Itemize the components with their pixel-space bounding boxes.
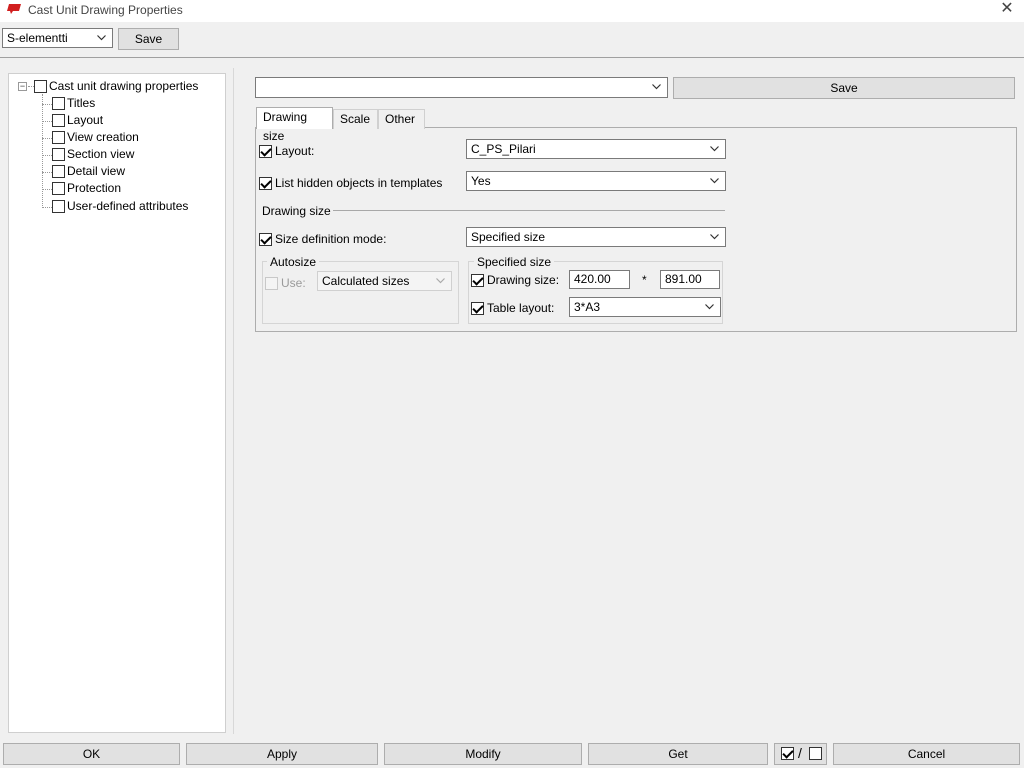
size-mode-select-value: Specified size: [471, 230, 546, 244]
autosize-select[interactable]: Calculated sizes: [317, 271, 452, 291]
chevron-down-icon: [435, 272, 447, 290]
size-mode-label: Size definition mode:: [275, 232, 387, 246]
settings-save-button[interactable]: Save: [673, 77, 1015, 99]
drawing-height-input[interactable]: 891.00: [660, 270, 720, 289]
chevron-down-icon: [709, 172, 721, 190]
chevron-down-icon: [651, 78, 663, 96]
tree-item-checkbox[interactable]: [52, 97, 65, 110]
preset-select-value: S-elementti: [7, 31, 68, 45]
app-logo-icon: [7, 3, 23, 15]
check-all-icon: [781, 747, 794, 760]
ok-button[interactable]: OK: [3, 743, 180, 765]
preset-select[interactable]: S-elementti: [2, 28, 113, 48]
table-layout-checkbox[interactable]: [471, 302, 484, 315]
tree-line: [42, 172, 52, 173]
tree-item-checkbox[interactable]: [52, 114, 65, 127]
table-layout-select[interactable]: 3*A3: [569, 297, 721, 317]
layout-select[interactable]: C_PS_Pilari: [466, 139, 726, 159]
tree-item-checkbox[interactable]: [52, 200, 65, 213]
drawing-size-section-title: Drawing size: [262, 204, 331, 218]
tree-item-view-creation[interactable]: View creation: [67, 129, 139, 145]
tree-line: [42, 189, 52, 190]
tree-item-checkbox[interactable]: [52, 148, 65, 161]
tree-item-checkbox[interactable]: [52, 131, 65, 144]
tree-line: [42, 94, 43, 208]
tree-item-checkbox[interactable]: [52, 182, 65, 195]
settings-select[interactable]: [255, 77, 668, 98]
drawing-size-checkbox[interactable]: [471, 274, 484, 287]
tree-item-detail-view[interactable]: Detail view: [67, 163, 125, 179]
tree-line: [42, 104, 52, 105]
autosize-select-value: Calculated sizes: [322, 274, 410, 288]
tree-root-checkbox[interactable]: [34, 80, 47, 93]
size-separator: *: [642, 273, 647, 287]
hidden-objects-select[interactable]: Yes: [466, 171, 726, 191]
tree-line: [42, 155, 52, 156]
get-button[interactable]: Get: [588, 743, 768, 765]
hidden-objects-label: List hidden objects in templates: [275, 176, 443, 190]
preset-save-button[interactable]: Save: [118, 28, 179, 50]
autosize-use-label: Use:: [281, 276, 306, 290]
chevron-down-icon: [96, 29, 108, 47]
toggle-separator: /: [798, 745, 802, 761]
apply-button[interactable]: Apply: [186, 743, 378, 765]
tree-item-checkbox[interactable]: [52, 165, 65, 178]
divider: [0, 57, 1024, 58]
close-icon[interactable]: ✕: [998, 0, 1016, 18]
uncheck-all-icon: [809, 747, 822, 760]
size-mode-select[interactable]: Specified size: [466, 227, 726, 247]
tree-panel: − Cast unit drawing properties Titles La…: [8, 73, 226, 733]
tree-root-label[interactable]: Cast unit drawing properties: [49, 78, 198, 94]
size-mode-checkbox[interactable]: [259, 233, 272, 246]
tree-item-section-view[interactable]: Section view: [67, 146, 134, 162]
autosize-use-checkbox[interactable]: [265, 277, 278, 290]
tab-other[interactable]: Other: [378, 109, 425, 129]
layout-checkbox[interactable]: [259, 145, 272, 158]
tree-line: [42, 121, 52, 122]
tree-item-layout[interactable]: Layout: [67, 112, 103, 128]
hidden-objects-checkbox[interactable]: [259, 177, 272, 190]
window-title: Cast Unit Drawing Properties: [28, 3, 183, 17]
drawing-size-label: Drawing size:: [487, 273, 560, 287]
autosize-group-title: Autosize: [267, 254, 320, 270]
tree-line: [42, 207, 52, 208]
section-divider: [333, 210, 725, 211]
layout-select-value: C_PS_Pilari: [471, 142, 536, 156]
table-layout-select-value: 3*A3: [574, 300, 601, 314]
splitter[interactable]: [233, 68, 234, 734]
specified-size-group-title: Specified size: [474, 254, 555, 270]
tab-drawing-size[interactable]: Drawing size: [256, 107, 333, 143]
cancel-button[interactable]: Cancel: [833, 743, 1020, 765]
tree-line: [42, 138, 52, 139]
modify-button[interactable]: Modify: [384, 743, 582, 765]
collapse-icon[interactable]: −: [18, 82, 27, 91]
tree-item-protection[interactable]: Protection: [67, 180, 121, 196]
layout-label: Layout:: [275, 144, 315, 158]
chevron-down-icon: [704, 298, 716, 316]
chevron-down-icon: [709, 140, 721, 158]
tree-item-titles[interactable]: Titles: [67, 95, 95, 111]
tab-scale[interactable]: Scale: [333, 109, 378, 129]
table-layout-label: Table layout:: [487, 301, 555, 315]
hidden-objects-select-value: Yes: [471, 174, 491, 188]
chevron-down-icon: [709, 228, 721, 246]
drawing-width-input[interactable]: 420.00: [569, 270, 630, 289]
toggle-all-button[interactable]: /: [774, 743, 827, 765]
tree-item-user-defined-attributes[interactable]: User-defined attributes: [67, 198, 188, 214]
